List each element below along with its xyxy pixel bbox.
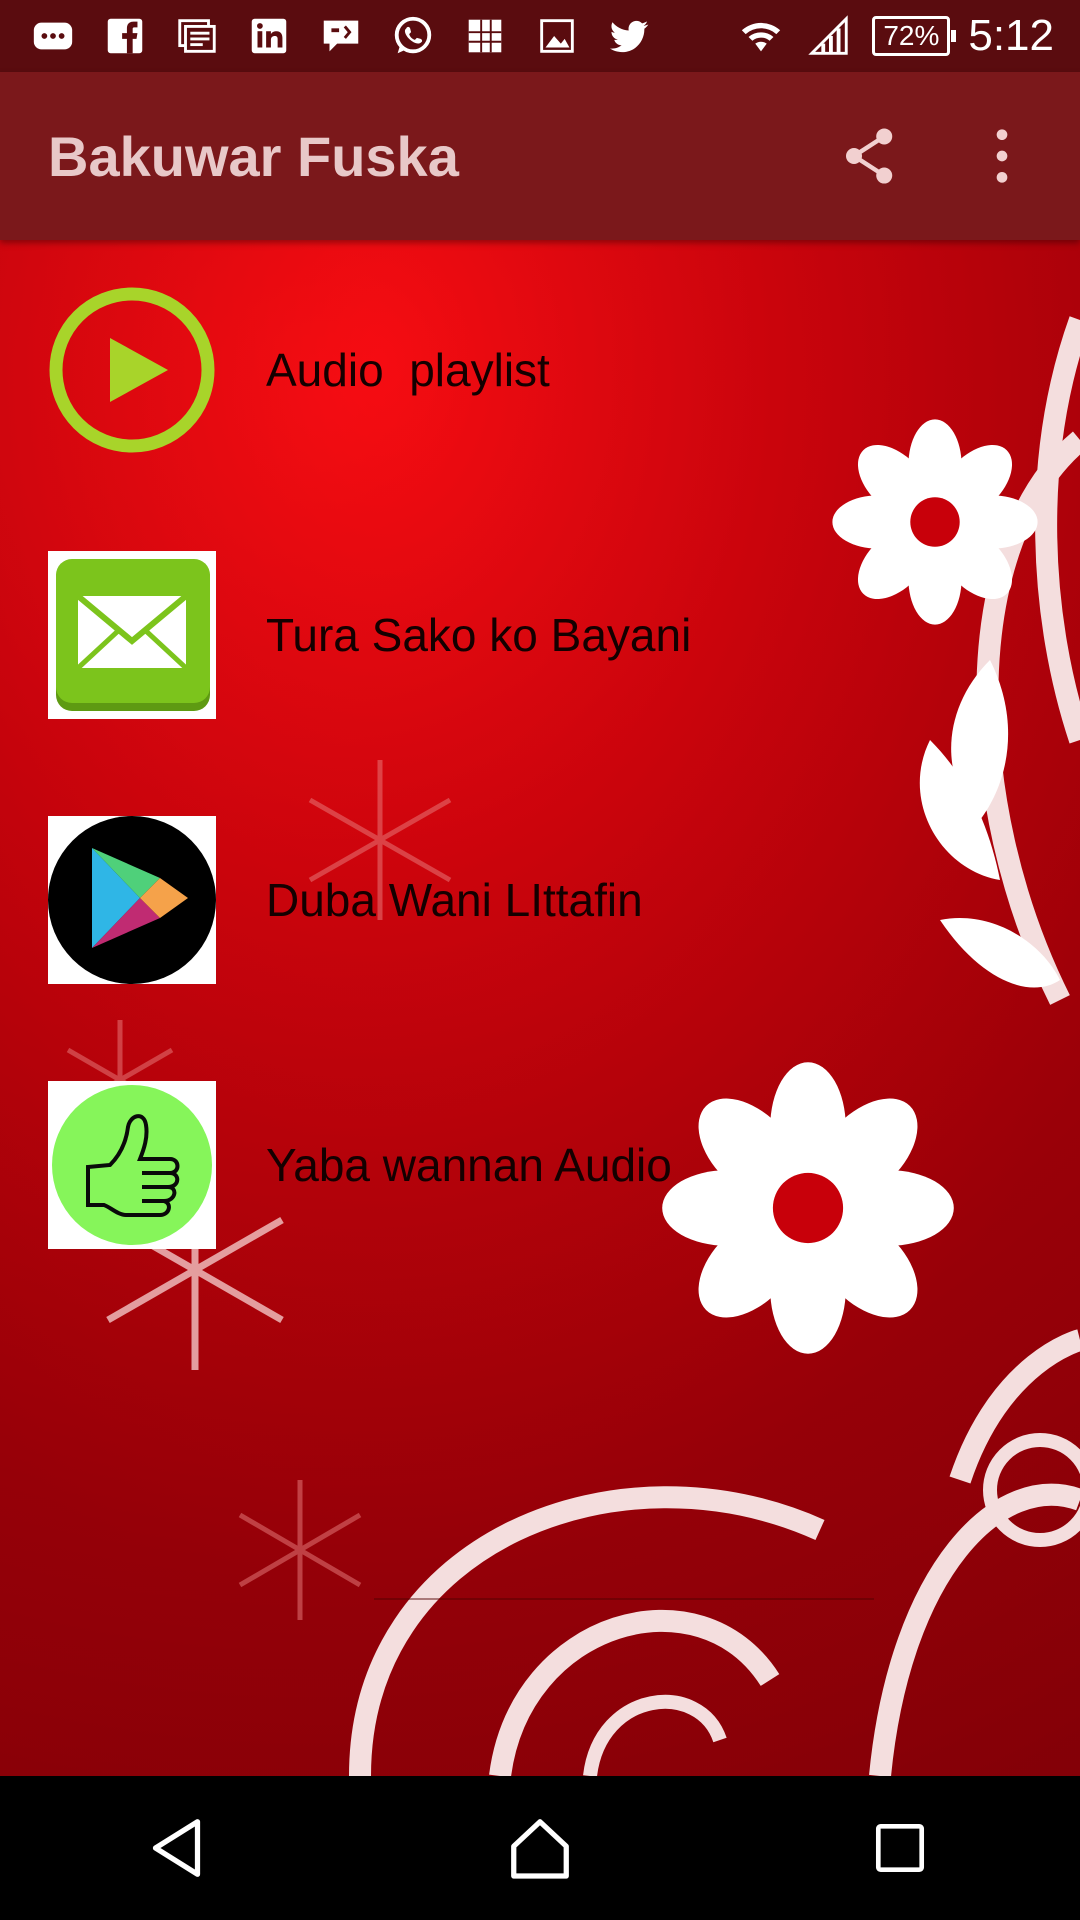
messages-icon — [28, 11, 78, 61]
back-icon[interactable] — [130, 1798, 230, 1898]
image-icon — [532, 11, 582, 61]
menu-item-label: Duba Wani LIttafin — [266, 874, 643, 926]
recents-icon[interactable] — [850, 1798, 950, 1898]
play-circle-icon — [48, 286, 216, 454]
main-content: Audio playlist Tura Sako ko Bayani Duba … — [0, 240, 1080, 1776]
twitter-icon — [604, 11, 654, 61]
clock: 5:12 — [968, 11, 1054, 60]
menu-item-label: Tura Sako ko Bayani — [266, 609, 692, 661]
menu-item-send-message[interactable]: Tura Sako ko Bayani — [48, 551, 1048, 719]
mail-icon — [48, 551, 216, 719]
menu-item-label: Audio playlist — [266, 344, 550, 396]
background-artwork — [0, 240, 1080, 1776]
notification-icons — [0, 11, 654, 61]
chat-icon — [316, 11, 366, 61]
app-title: Bakuwar Fuska — [48, 124, 459, 188]
menu-item-audio-playlist[interactable]: Audio playlist — [48, 286, 1048, 454]
status-bar: 72% 5:12 — [0, 0, 1080, 72]
facebook-icon — [100, 11, 150, 61]
menu-item-more-books[interactable]: Duba Wani LIttafin — [48, 816, 1048, 984]
share-icon[interactable] — [834, 120, 906, 192]
app-toolbar: Bakuwar Fuska — [0, 72, 1080, 240]
signal-icon — [804, 11, 854, 61]
news-icon — [172, 11, 222, 61]
puzzle-icon — [460, 11, 510, 61]
linkedin-icon — [244, 11, 294, 61]
play-store-icon — [48, 816, 216, 984]
home-icon[interactable] — [490, 1798, 590, 1898]
divider — [374, 1598, 874, 1600]
more-options-icon[interactable] — [966, 120, 1038, 192]
battery-indicator: 72% — [872, 16, 957, 56]
menu-item-rate-audio[interactable]: Yaba wannan Audio — [48, 1081, 1048, 1249]
whatsapp-icon — [388, 11, 438, 61]
menu-item-label: Yaba wannan Audio — [266, 1139, 672, 1191]
navigation-bar — [0, 1776, 1080, 1920]
thumbs-up-icon — [48, 1081, 216, 1249]
wifi-icon — [736, 11, 786, 61]
